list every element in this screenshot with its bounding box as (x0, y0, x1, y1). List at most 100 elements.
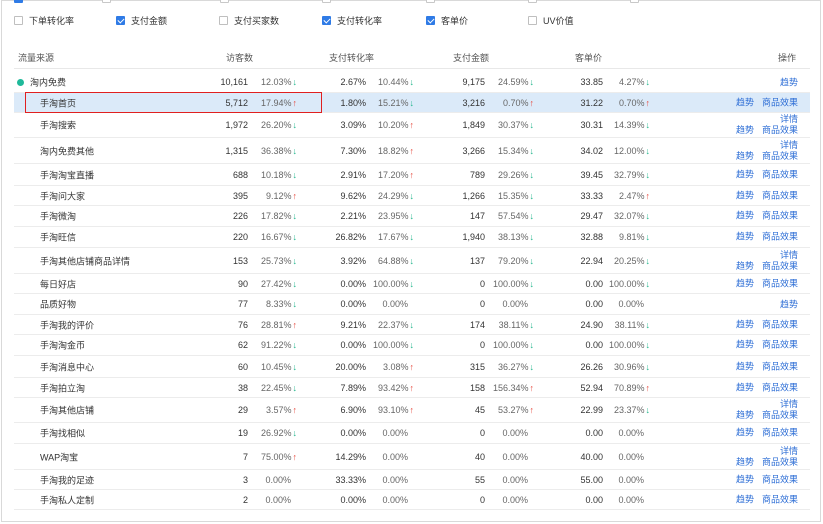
trend-link[interactable]: 趋势 (736, 190, 754, 200)
trend-link[interactable]: 趋势 (736, 457, 754, 467)
trend-link[interactable]: 趋势 (736, 410, 754, 420)
amount-value: 174 (469, 319, 485, 330)
product-effect-link[interactable]: 商品效果 (762, 125, 798, 135)
product-effect-link[interactable]: 商品效果 (762, 410, 798, 420)
product-effect-link[interactable]: 商品效果 (762, 319, 798, 329)
trend-link[interactable]: 趋势 (736, 261, 754, 271)
cropped-checkbox[interactable] (14, 0, 23, 3)
arrow-down-icon: ↓ (529, 169, 535, 180)
filter-checkbox[interactable] (322, 16, 331, 25)
trend-link[interactable]: 趋势 (736, 428, 754, 438)
visitors-change: 26.92%↓ (261, 428, 297, 438)
filter-option[interactable]: 支付金额 (116, 14, 167, 27)
change-value: 8.33% (265, 299, 292, 309)
product-effect-link[interactable]: 商品效果 (762, 474, 798, 484)
product-effect-link[interactable]: 商品效果 (762, 278, 798, 288)
conv-change: 93.10%↑ (378, 405, 414, 415)
product-effect-link[interactable]: 商品效果 (762, 169, 798, 179)
trend-link[interactable]: 趋势 (736, 169, 754, 179)
trend-link[interactable]: 趋势 (780, 298, 798, 311)
expand-dot-icon[interactable] (17, 78, 24, 86)
product-effect-link[interactable]: 商品效果 (762, 382, 798, 392)
filter-checkbox[interactable] (219, 16, 228, 25)
filter-option[interactable]: 客单价 (426, 14, 468, 27)
change-value: 0.00% (618, 474, 644, 485)
cropped-checkbox[interactable] (528, 0, 537, 3)
trend-link[interactable]: 趋势 (736, 361, 754, 371)
product-effect-link[interactable]: 商品效果 (762, 211, 798, 221)
trend-link[interactable]: 趋势 (736, 319, 754, 329)
aov-change: 12.00%↓ (614, 146, 650, 156)
detail-link[interactable]: 详情 (736, 114, 798, 125)
detail-link[interactable]: 详情 (736, 399, 798, 410)
product-effect-link[interactable]: 商品效果 (762, 428, 798, 438)
product-effect-link[interactable]: 商品效果 (762, 457, 798, 467)
table-row: 手淘淘金币 62 91.22%↓ 0.00% 100.00%↓ 0 100.00%↓ 0.00… (14, 335, 810, 356)
trend-link[interactable]: 趋势 (736, 340, 754, 350)
detail-link[interactable]: 详情 (736, 250, 798, 261)
change-value: 12.03% (260, 77, 292, 87)
trend-link[interactable]: 趋势 (736, 474, 754, 484)
trend-link[interactable]: 趋势 (736, 494, 754, 504)
row-actions: 趋势 商品效果 (736, 190, 798, 201)
cropped-checkbox[interactable] (220, 0, 229, 3)
trend-link[interactable]: 趋势 (736, 278, 754, 288)
col-amount-header[interactable]: 支付金额 (453, 51, 489, 64)
filter-checkbox[interactable] (14, 16, 23, 25)
trend-link[interactable]: 趋势 (736, 125, 754, 135)
change-value: 26.20% (260, 120, 292, 130)
visitors-change: 22.45%↓ (261, 383, 297, 393)
amount-change: 15.35%↓ (498, 191, 534, 201)
change-value: 10.20% (377, 120, 409, 130)
row-actions: 趋势 商品效果 (736, 361, 798, 372)
trend-link[interactable]: 趋势 (736, 211, 754, 221)
col-conv-header[interactable]: 支付转化率 (329, 51, 374, 64)
trend-link[interactable]: 趋势 (736, 232, 754, 242)
product-effect-link[interactable]: 商品效果 (762, 151, 798, 161)
filter-option[interactable]: 支付买家数 (219, 14, 279, 27)
product-effect-link[interactable]: 商品效果 (762, 340, 798, 350)
visitors-change: 0.00% (265, 475, 297, 485)
cropped-checkbox[interactable] (426, 0, 435, 3)
change-value: 100.00% (608, 278, 645, 289)
arrow-up-icon: ↑ (409, 382, 415, 393)
aov-value: 29.47 (580, 211, 603, 221)
aov-value: 0.00 (585, 340, 603, 350)
product-effect-link[interactable]: 商品效果 (762, 232, 798, 242)
action-pair: 趋势 商品效果 (736, 169, 798, 180)
change-value: 0.00% (502, 451, 528, 462)
amount-change: 53.27%↑ (498, 405, 534, 415)
filter-checkbox[interactable] (528, 16, 537, 25)
action-pair: 趋势 商品效果 (736, 319, 798, 330)
filter-option[interactable]: 支付转化率 (322, 14, 382, 27)
col-aov-header[interactable]: 客单价 (575, 51, 602, 64)
product-effect-link[interactable]: 商品效果 (762, 190, 798, 200)
filter-checkbox[interactable] (426, 16, 435, 25)
arrow-down-icon: ↓ (645, 405, 651, 415)
conv-change: 0.00% (382, 475, 414, 485)
trend-link[interactable]: 趋势 (736, 151, 754, 161)
product-effect-link[interactable]: 商品效果 (762, 361, 798, 371)
trend-link[interactable]: 趋势 (780, 76, 798, 89)
filter-option[interactable]: UV价值 (528, 14, 574, 27)
col-action-header: 操作 (778, 53, 797, 63)
aov-change: 30.96%↓ (614, 362, 650, 372)
detail-link[interactable]: 详情 (736, 446, 798, 457)
amount-value: 158 (469, 382, 485, 393)
filter-option[interactable]: 下单转化率 (14, 14, 74, 27)
filter-checkbox[interactable] (116, 16, 125, 25)
visitors-value: 1,315 (225, 145, 248, 156)
source-name: 手淘淘宝直播 (40, 170, 95, 180)
amount-value: 45 (474, 405, 485, 415)
cropped-checkbox[interactable] (322, 0, 331, 3)
product-effect-link[interactable]: 商品效果 (762, 97, 798, 107)
col-visitors-header[interactable]: 访客数 (226, 51, 253, 64)
product-effect-link[interactable]: 商品效果 (762, 494, 798, 504)
trend-link[interactable]: 趋势 (736, 97, 754, 107)
cropped-checkbox[interactable] (102, 0, 111, 3)
trend-link[interactable]: 趋势 (736, 382, 754, 392)
product-effect-link[interactable]: 商品效果 (762, 261, 798, 271)
cropped-checkbox[interactable] (630, 0, 639, 3)
change-value: 100.00% (492, 278, 529, 289)
detail-link[interactable]: 详情 (736, 140, 798, 151)
